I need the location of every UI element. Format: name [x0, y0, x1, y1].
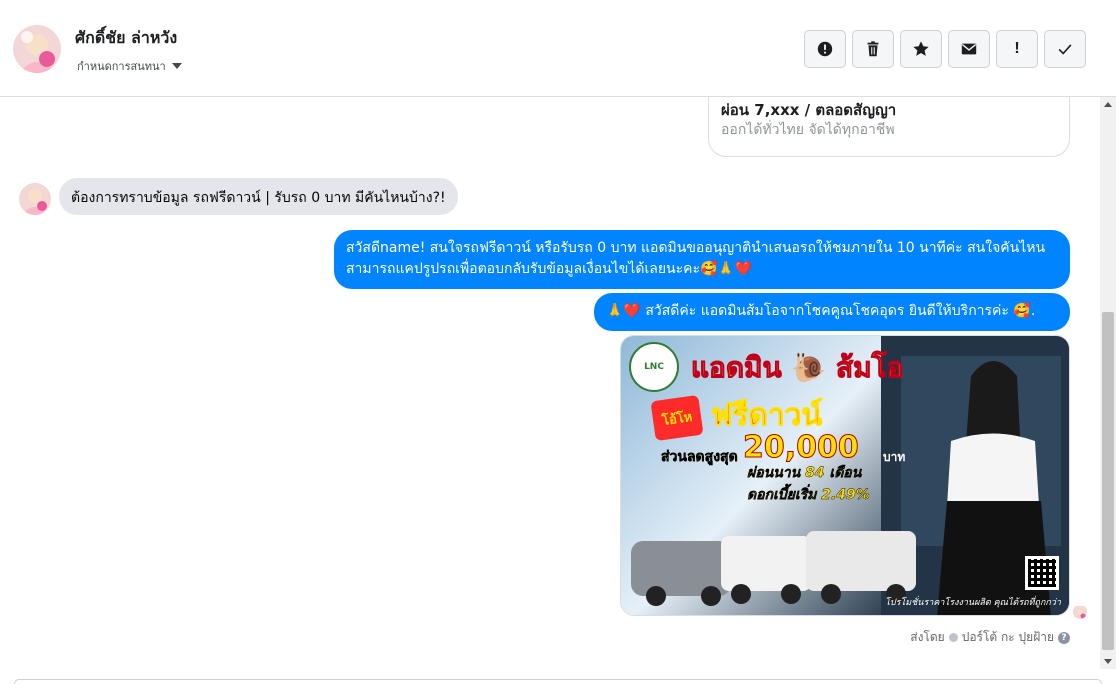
discount-amount: 20,000	[743, 430, 860, 466]
incoming-message[interactable]: ต้องการทราบข้อมูล รถฟรีดาวน์ | รับรถ 0 บ…	[59, 178, 458, 215]
alert-circle-icon	[817, 41, 833, 57]
message-thread[interactable]: ผ่อน 7,xxx / ตลอดสัญญา ออกได้ทั่วไทย จัด…	[0, 97, 1100, 669]
delete-button[interactable]	[852, 30, 894, 68]
promo-headline: แอดมิน 🐌 ส้มโอ	[690, 351, 904, 385]
qr-code-icon	[1025, 556, 1059, 590]
sent-by-label: ส่งโดย ปอร์โต้ กะ ปุยฝ้าย ?	[910, 628, 1070, 647]
scrollbar-thumb[interactable]	[1102, 312, 1114, 650]
envelope-icon	[961, 43, 977, 55]
assign-conversation-dropdown[interactable]: กำหนดการสนทนา	[77, 57, 182, 75]
star-button[interactable]	[900, 30, 942, 68]
outgoing-message[interactable]: สวัสดีname! สนใจรถฟรีดาวน์ หรือรับรถ 0 บ…	[334, 230, 1070, 289]
help-icon[interactable]: ?	[1058, 631, 1070, 644]
promo-burst: โอ้โห	[650, 394, 704, 442]
sent-by-name[interactable]: ปอร์โต้ กะ ปุยฝ้าย	[962, 628, 1054, 647]
conversation-header: ศักดิ์ชัย ล่าหวัง กำหนดการสนทนา !	[0, 0, 1116, 97]
dealer-logo: LNC	[629, 342, 679, 392]
promo-image: LNC แอดมิน 🐌 ส้มโอ โอ้โห ฟรีดาวน์ ส่วนลด…	[621, 336, 1069, 615]
mark-done-button[interactable]	[1044, 30, 1086, 68]
mark-spam-button[interactable]	[804, 30, 846, 68]
scrollbar[interactable]	[1100, 97, 1116, 669]
contact-name[interactable]: ศักดิ์ชัย ล่าหวัง	[75, 26, 177, 51]
sent-by-prefix: ส่งโดย	[910, 630, 945, 644]
scroll-up-arrow-icon[interactable]	[1104, 102, 1112, 107]
currency-label: บาท	[883, 450, 906, 464]
checkmark-icon	[1058, 44, 1072, 55]
contact-avatar[interactable]	[13, 25, 61, 73]
discount-label: ส่วนลดสูงสุด	[661, 449, 738, 466]
card-subtitle: ออกได้ทั่วไทย จัดได้ทุกอาชีพ	[721, 122, 895, 138]
assign-label: กำหนดการสนทนา	[77, 60, 166, 73]
action-toolbar: !	[804, 30, 1086, 68]
status-dot-icon	[948, 633, 958, 642]
trash-icon	[867, 41, 879, 57]
star-icon	[913, 41, 929, 56]
contact-avatar-small[interactable]	[19, 183, 51, 215]
follow-up-button[interactable]: !	[996, 30, 1038, 68]
caret-down-icon	[171, 63, 182, 69]
mark-unread-button[interactable]	[948, 30, 990, 68]
message-composer[interactable]	[14, 679, 1102, 684]
outgoing-message[interactable]: 🙏❤️ สวัสดีค่ะ แอดมินส้มโอจากโชคคูณโชคอุด…	[594, 293, 1070, 331]
scroll-down-arrow-icon[interactable]	[1104, 659, 1112, 664]
installment-text: ผ่อนนาน 84 เดือน	[747, 465, 862, 481]
exclamation-icon: !	[1014, 40, 1020, 57]
promo-image-message[interactable]: LNC แอดมิน 🐌 ส้มโอ โอ้โห ฟรีดาวน์ ส่วนลด…	[620, 335, 1070, 616]
seen-avatar	[1073, 605, 1087, 619]
interest-text: ดอกเบี้ยเริ่ม 2.49%	[747, 487, 870, 503]
promo-footer: โปรโมชั่นราคาโรงงานผลิต คุณได้รถที่ถูกกว…	[885, 598, 1061, 608]
